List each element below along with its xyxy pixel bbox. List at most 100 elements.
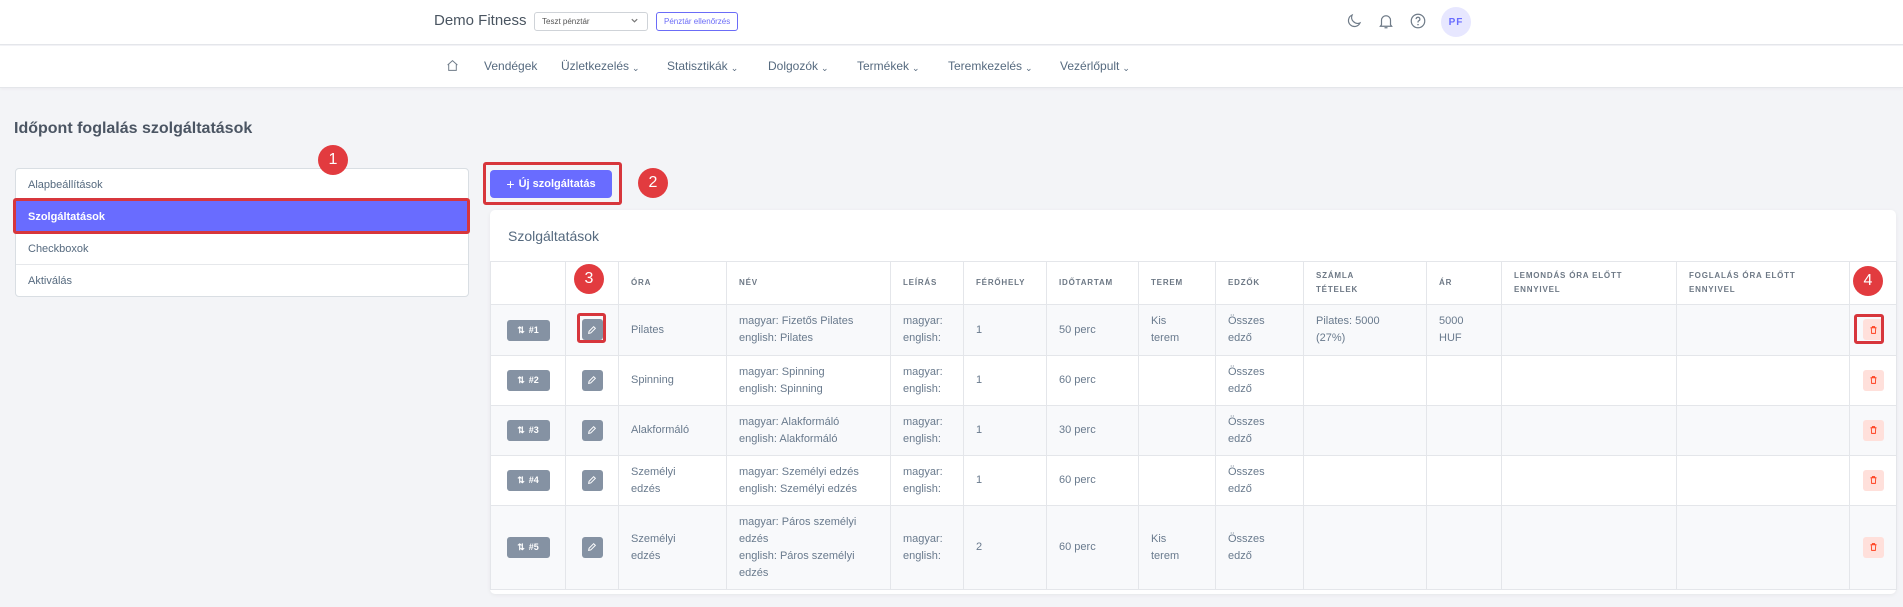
menu-label: Vezérlőpult <box>1060 59 1120 73</box>
sort-icon: ⇅ <box>517 542 525 552</box>
foglalas-cell <box>1676 355 1850 406</box>
edit-button[interactable] <box>581 369 603 391</box>
ar-cell <box>1426 405 1502 456</box>
table-header-row: ÓRA NÉV LEÍRÁS FÉRŐHELY IDŐTARTAM TEREM … <box>490 261 1897 305</box>
avatar[interactable]: PF <box>1441 7 1471 37</box>
ferohely-cell: 1 <box>963 304 1047 356</box>
edzok-line: edző <box>1228 332 1252 344</box>
menu-label: Dolgozók <box>768 59 819 73</box>
ora-cell: Személyi edzés <box>618 455 727 506</box>
chevron-down-icon: ⌄ <box>1122 63 1130 73</box>
leiras-line: english: <box>903 549 941 562</box>
sort-button[interactable]: ⇅ #4 <box>506 470 550 491</box>
col-lemondas: LEMONDÁS ÓRA ELŐTT ENNYIVEL <box>1501 261 1677 305</box>
leiras-line: magyar: <box>903 465 943 478</box>
header-line: TÉTELEK <box>1316 285 1359 294</box>
header-line: ENNYIVEL <box>1514 285 1561 294</box>
delete-cell <box>1849 505 1897 590</box>
delete-button[interactable] <box>1862 469 1884 491</box>
order-cell: ⇅ #2 <box>490 355 566 406</box>
leiras-line: english: <box>903 382 941 395</box>
terem-line: terem <box>1151 549 1180 562</box>
delete-button[interactable] <box>1862 369 1884 391</box>
szamla-cell <box>1303 505 1427 590</box>
idotartam-cell: 60 perc <box>1046 505 1139 590</box>
nev-line: english: Páros személyi <box>739 549 855 562</box>
order-label: #3 <box>528 425 539 435</box>
menu-item-uzletkezeles[interactable]: Üzletkezelés ⌄ <box>561 59 640 73</box>
nev-line: edzés <box>739 566 769 579</box>
edit-button[interactable] <box>581 419 603 441</box>
menu-label: Üzletkezelés <box>561 59 630 73</box>
sidebar-item-alapbeallitasok[interactable]: Alapbeállítások <box>16 169 468 201</box>
home-icon[interactable] <box>446 59 459 77</box>
idotartam-cell: 60 perc <box>1046 355 1139 406</box>
moon-icon[interactable] <box>1344 11 1364 31</box>
lemondas-cell <box>1501 304 1677 356</box>
table-row: ⇅ #1 Pilates magyar: Fizetős Pilates engli… <box>490 304 1897 356</box>
edzok-line: Összes <box>1228 315 1265 327</box>
sort-button[interactable]: ⇅ #2 <box>506 370 550 391</box>
menu-item-vezerlopult[interactable]: Vezérlőpult ⌄ <box>1060 59 1130 73</box>
card-title: Szolgáltatások <box>508 228 600 244</box>
ora-cell: Pilates <box>618 304 727 356</box>
sort-button[interactable]: ⇅ #1 <box>506 319 550 341</box>
sort-button[interactable]: ⇅ #3 <box>506 420 550 441</box>
nev-line: english: Alakformáló <box>739 432 838 445</box>
edzok-line: edző <box>1228 382 1252 395</box>
table-row: ⇅ #2 Spinning magyar: Spinning english: Sp… <box>490 355 1897 406</box>
edzok-line: Összes <box>1228 465 1265 478</box>
bell-icon[interactable] <box>1376 11 1396 31</box>
lemondas-cell <box>1501 355 1677 406</box>
menu-item-dolgozok[interactable]: Dolgozók ⌄ <box>768 59 829 73</box>
delete-button[interactable] <box>1862 419 1884 441</box>
edit-cell <box>565 405 619 456</box>
services-table: ÓRA NÉV LEÍRÁS FÉRŐHELY IDŐTARTAM TEREM … <box>490 261 1897 590</box>
order-cell: ⇅ #5 <box>490 505 566 590</box>
sidebar-item-aktivalas[interactable]: Aktiválás <box>16 265 468 297</box>
ar-cell <box>1426 505 1502 590</box>
ferohely-cell: 2 <box>963 505 1047 590</box>
edit-button[interactable] <box>581 469 603 491</box>
col-edzok: EDZŐK <box>1215 261 1304 305</box>
delete-cell <box>1849 405 1897 456</box>
edzok-cell: Összes edző <box>1215 355 1304 406</box>
nev-line: english: Személyi edzés <box>739 482 858 495</box>
sort-button[interactable]: ⇅ #5 <box>506 537 550 558</box>
menu-item-statisztikak[interactable]: Statisztikák ⌄ <box>667 59 738 73</box>
order-label: #2 <box>528 375 539 385</box>
idotartam-cell: 60 perc <box>1046 455 1139 506</box>
edit-button[interactable] <box>581 536 603 558</box>
header-line: LEMONDÁS ÓRA ELŐTT <box>1514 271 1623 280</box>
leiras-line: english: <box>903 332 941 344</box>
leiras-cell: magyar: english: <box>890 505 964 590</box>
menu-item-termekek[interactable]: Termékek ⌄ <box>857 59 920 73</box>
cash-register-select[interactable]: Teszt pénztár <box>534 12 648 31</box>
help-icon[interactable] <box>1408 11 1428 31</box>
annotation-badge-3: 3 <box>574 264 604 294</box>
sidebar-item-checkboxok[interactable]: Checkboxok <box>16 233 468 265</box>
menu-item-vendegek[interactable]: Vendégek <box>484 59 537 73</box>
order-cell: ⇅ #4 <box>490 455 566 506</box>
ora-line: Személyi <box>631 465 676 478</box>
highlight-box-4 <box>1854 314 1884 344</box>
col-leiras: LEÍRÁS <box>890 261 964 305</box>
order-label: #5 <box>528 542 539 552</box>
col-idotartam: IDŐTARTAM <box>1046 261 1139 305</box>
menu-item-teremkezeles[interactable]: Teremkezelés ⌄ <box>948 59 1033 73</box>
ar-cell <box>1426 355 1502 406</box>
order-cell: ⇅ #3 <box>490 405 566 456</box>
leiras-line: english: <box>903 482 941 495</box>
terem-cell <box>1138 355 1216 406</box>
cash-check-button[interactable]: Pénztár ellenőrzés <box>656 12 739 31</box>
ferohely-cell: 1 <box>963 355 1047 406</box>
edzok-line: edző <box>1228 432 1252 445</box>
header-line: ENNYIVEL <box>1689 285 1736 294</box>
edit-cell <box>565 505 619 590</box>
nev-cell: magyar: Spinning english: Spinning <box>726 355 891 406</box>
top-navbar: Demo Fitness Teszt pénztár Pénztár ellen… <box>0 0 1903 45</box>
order-label: #1 <box>528 324 539 335</box>
delete-button[interactable] <box>1862 536 1884 558</box>
edzok-cell: Összes edző <box>1215 304 1304 356</box>
szamla-cell <box>1303 455 1427 506</box>
